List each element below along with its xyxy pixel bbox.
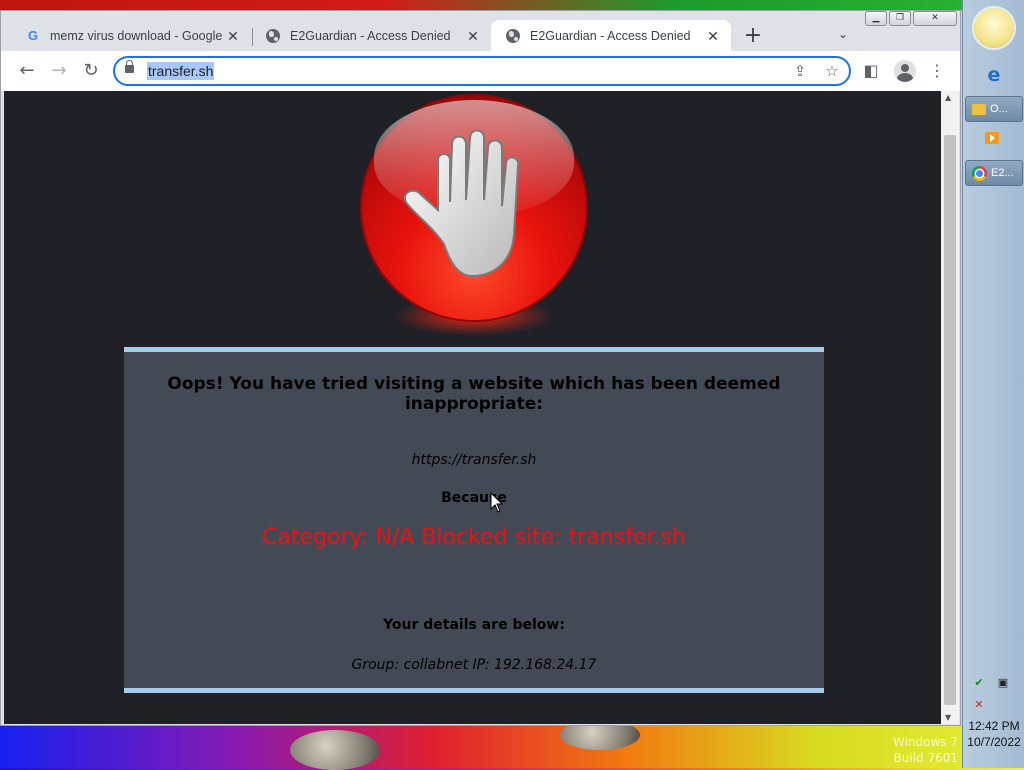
taskbar-app-label: O... (990, 103, 1008, 115)
close-icon[interactable]: ✕ (225, 28, 241, 44)
windows-watermark: Windows 7 Build 7601 (860, 734, 958, 766)
restore-button[interactable]: ❐ (889, 11, 911, 26)
folder-icon (972, 103, 986, 115)
tab-title: E2Guardian - Access Denied (530, 28, 691, 43)
lock-icon[interactable] (125, 60, 134, 73)
vertical-scrollbar[interactable]: ▲ ▼ (941, 91, 959, 724)
forward-arrow-icon[interactable]: → (49, 61, 69, 81)
start-button[interactable] (974, 8, 1014, 48)
tab-strip: G memz virus download - Google S ✕ E2Gua… (1, 11, 960, 51)
watermark-line1: Windows 7 (892, 735, 958, 749)
scroll-down-arrow-icon[interactable]: ▼ (945, 713, 951, 722)
back-arrow-icon[interactable]: ← (17, 61, 37, 81)
browser-window: G memz virus download - Google S ✕ E2Gua… (0, 10, 961, 726)
clock-date: 10/7/2022 (967, 735, 1021, 749)
tab-title: E2Guardian - Access Denied (290, 28, 451, 43)
minimize-button[interactable]: ▁ (865, 11, 887, 26)
browser-toolbar: ← → ↻ transfer.sh ⇪ ☆ ◧ ⋮ (1, 51, 960, 91)
address-input[interactable]: transfer.sh (147, 62, 215, 80)
address-bar[interactable]: transfer.sh ⇪ ☆ (113, 56, 851, 86)
reload-icon[interactable]: ↻ (81, 61, 101, 81)
tab-e2guardian-active[interactable]: E2Guardian - Access Denied ✕ (491, 20, 731, 51)
rock-decoration (290, 730, 380, 770)
profile-avatar-icon[interactable] (894, 60, 916, 82)
because-label: Because (441, 490, 507, 506)
taskbar-app-explorer[interactable]: O... (965, 96, 1023, 122)
chrome-icon (972, 165, 987, 181)
clock-time: 12:42 PM (968, 719, 1020, 733)
mouse-pointer-icon (490, 492, 504, 513)
share-icon[interactable]: ⇪ (791, 62, 809, 80)
taskbar-app-chrome[interactable]: E2... (965, 160, 1023, 186)
blocked-url: https://transfer.sh (411, 452, 537, 468)
stop-hand-icon (360, 94, 588, 322)
taskbar: e O... E2... ✔ ▣ ✕ 12:42 PM 10/7/2022 (962, 0, 1024, 768)
scroll-thumb[interactable] (944, 135, 956, 705)
desktop-background-top (0, 0, 962, 10)
page-viewport: Oops! You have tried visiting a website … (4, 91, 941, 724)
access-denied-box: Oops! You have tried visiting a website … (124, 347, 824, 693)
globe-icon (265, 28, 281, 44)
close-icon[interactable]: ✕ (705, 28, 721, 44)
media-player-icon[interactable] (985, 132, 1003, 150)
side-panel-icon[interactable]: ◧ (861, 61, 881, 81)
window-controls: ▁ ❐ ✕ (865, 11, 957, 29)
details-heading: Your details are below: (383, 617, 565, 633)
bookmark-star-icon[interactable]: ☆ (823, 62, 841, 80)
taskbar-app-label: E2... (991, 167, 1014, 179)
scroll-up-arrow-icon[interactable]: ▲ (945, 93, 951, 102)
close-window-button[interactable]: ✕ (913, 11, 957, 26)
tab-e2guardian-1[interactable]: E2Guardian - Access Denied ✕ (251, 20, 491, 51)
user-details: Group: collabnet IP: 192.168.24.17 (351, 657, 597, 673)
tab-google-search[interactable]: G memz virus download - Google S ✕ (11, 20, 251, 51)
menu-kebab-icon[interactable]: ⋮ (927, 61, 947, 81)
action-center-icon[interactable]: ✔ (971, 676, 987, 690)
block-reason: Category: N/A Blocked site: transfer.sh (262, 525, 686, 550)
network-icon[interactable]: ▣ (995, 676, 1011, 690)
globe-icon (505, 28, 521, 44)
internet-explorer-icon[interactable]: e (985, 66, 1003, 85)
close-icon[interactable]: ✕ (465, 28, 481, 44)
tab-title: memz virus download - Google S (50, 28, 225, 43)
system-clock[interactable]: 12:42 PM 10/7/2022 (963, 718, 1024, 750)
watermark-line2: Build 7601 (893, 751, 958, 765)
google-g-icon: G (27, 28, 39, 43)
desktop-background: Windows 7 Build 7601 (0, 720, 962, 770)
denied-title: Oops! You have tried visiting a website … (167, 374, 781, 414)
tab-search-chevron-icon[interactable]: ⌄ (833, 27, 853, 47)
volume-muted-icon[interactable]: ✕ (971, 698, 987, 712)
new-tab-plus-icon[interactable]: + (741, 25, 765, 49)
